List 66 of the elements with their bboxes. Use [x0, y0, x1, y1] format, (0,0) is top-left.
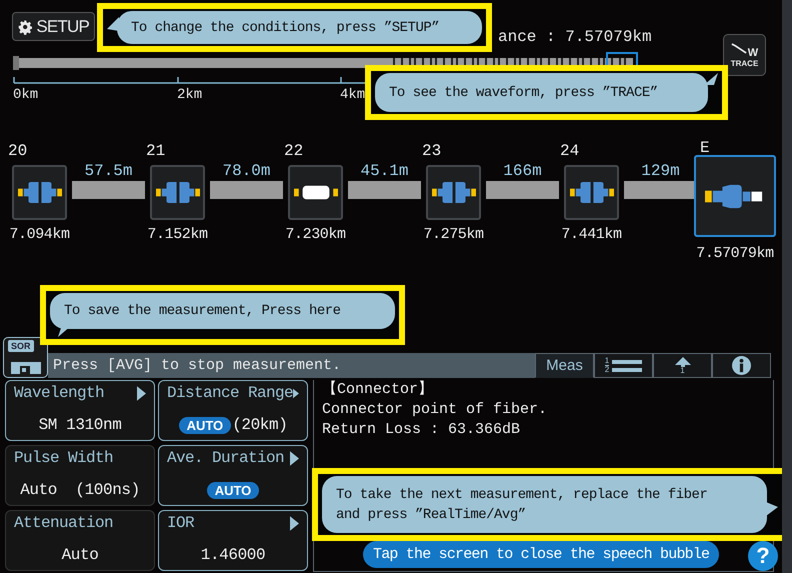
setting-button[interactable]: IOR 1.46000 [158, 510, 308, 571]
setting-button[interactable]: Wavelength SM 1310nm [5, 380, 155, 441]
detail-text: Connector point of fiber. [322, 400, 548, 420]
setting-button[interactable]: Attenuation Auto [5, 510, 155, 571]
detail-text: 【Connector】 [322, 380, 434, 400]
event-distance: 7.57079km [696, 245, 774, 262]
distance-label: ance : 7.57079km [498, 28, 652, 46]
detail-text: Return Loss : 63.366dB [322, 420, 520, 440]
span-length: 129m [641, 161, 680, 181]
event-number: 23 [422, 141, 442, 162]
scale-tick-label: 4km [340, 87, 366, 103]
setup-button[interactable]: SETUP [12, 12, 95, 41]
connector-icon [18, 181, 62, 204]
span-length: 57.5m [84, 161, 132, 181]
event-number: 21 [146, 141, 166, 162]
up-arrow-tab[interactable]: 1 [653, 353, 712, 378]
floppy-icon [10, 362, 40, 374]
list-tab[interactable]: 1 2 [594, 353, 653, 378]
help-button[interactable]: ? [748, 541, 778, 571]
event-button[interactable] [288, 165, 343, 220]
event-number: 20 [8, 141, 28, 162]
span-length: 166m [503, 161, 542, 181]
event-button[interactable] [150, 165, 205, 220]
setting-value: (20km) [232, 416, 288, 434]
event-number: 24 [560, 141, 580, 162]
setting-button[interactable]: Ave. Duration AUTO [158, 445, 308, 506]
list-icon [612, 358, 642, 374]
trace-line-icon [730, 42, 747, 54]
up-arrow-icon [674, 356, 690, 366]
setting-value: Auto (100ns) [20, 481, 140, 499]
setting-value: Auto [62, 546, 98, 564]
event-number: E [700, 141, 710, 155]
info-tab[interactable] [712, 353, 771, 378]
event-button[interactable] [564, 165, 619, 220]
connector-icon [156, 181, 200, 204]
event-button[interactable] [694, 155, 776, 237]
connector-icon [570, 181, 614, 204]
close-hint-button[interactable]: Tap the screen to close the speech bubble [363, 541, 720, 568]
span-length: 45.1m [360, 161, 408, 181]
event-button[interactable] [12, 165, 67, 220]
auto-badge: AUTO [178, 416, 232, 434]
setting-button[interactable]: Distance Range AUTO (20km) [158, 380, 308, 441]
setting-value: 1.46000 [200, 546, 266, 564]
event-number: 22 [284, 141, 304, 162]
event-distance: 7.230km [285, 226, 346, 243]
bubble-tail [107, 17, 119, 31]
setting-value: SM 1310nm [38, 416, 122, 434]
bubble-tail [704, 73, 718, 85]
span-length: 78.0m [222, 161, 270, 181]
save-button[interactable]: SOR [3, 337, 48, 378]
trace-button[interactable]: W TRACE [723, 34, 766, 76]
meas-tab[interactable]: Meas [535, 353, 594, 378]
connector-icon [432, 181, 476, 204]
event-distance: 7.441km [561, 226, 622, 243]
bubble-tail [766, 502, 778, 516]
setting-button[interactable]: Pulse Width Auto (100ns) [5, 445, 155, 506]
auto-badge: AUTO [206, 482, 260, 499]
info-icon [732, 356, 751, 375]
scale-tick-label: 2km [177, 87, 202, 103]
gear-icon [18, 18, 32, 34]
scale-tick-label: 0km [13, 87, 38, 103]
event-distance: 7.094km [9, 226, 70, 243]
event-distance: 7.152km [147, 226, 208, 243]
event-distance: 7.275km [423, 226, 484, 243]
event-button[interactable] [426, 165, 481, 220]
status-message: Press [AVG] to stop measurement. [48, 353, 535, 378]
